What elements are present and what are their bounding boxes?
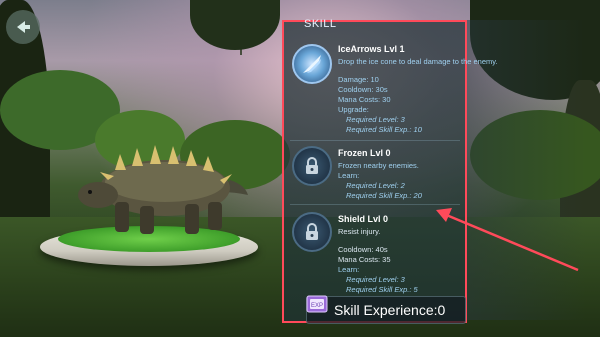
shield-skill-icon bbox=[292, 212, 332, 252]
skill-required-level: Required Level: 3 bbox=[346, 275, 405, 284]
skill-book-icon: EXP bbox=[306, 295, 328, 313]
skill-damage: Damage: 10 bbox=[338, 75, 379, 84]
back-arrow-icon bbox=[17, 21, 30, 33]
skill-learn-label: Upgrade: bbox=[338, 105, 369, 114]
svg-text:EXP: EXP bbox=[311, 303, 323, 309]
skill-name: IceArrows Lvl 1 bbox=[338, 44, 405, 54]
skill-required-exp: Required Skill Exp.: 20 bbox=[346, 191, 422, 200]
skill-description: Frozen nearby enemies. bbox=[338, 161, 419, 170]
skill-name: Shield Lvl 0 bbox=[338, 214, 389, 224]
skill-learn-label: Learn: bbox=[338, 265, 360, 274]
skill-cooldown: Cooldown: 40s bbox=[338, 245, 388, 254]
skill-name: Frozen Lvl 0 bbox=[338, 148, 391, 158]
skill-required-exp: Required Skill Exp.: 10 bbox=[346, 125, 422, 134]
ice-cone-icon bbox=[303, 55, 321, 73]
skill-required-exp: Required Skill Exp.: 5 bbox=[346, 285, 418, 294]
skill-cooldown: Cooldown: 30s bbox=[338, 85, 388, 94]
skill-mana-cost: Mana Costs: 35 bbox=[338, 255, 391, 264]
skill-experience-label: Skill Experience:0 bbox=[334, 302, 446, 318]
skill-learn-label: Learn: bbox=[338, 171, 360, 180]
lock-icon bbox=[306, 223, 318, 240]
skill-mana-cost: Mana Costs: 30 bbox=[338, 95, 391, 104]
back-button[interactable] bbox=[6, 10, 40, 44]
ice-arrows-icon bbox=[292, 44, 332, 84]
skill-required-level: Required Level: 3 bbox=[346, 115, 405, 124]
frozen-skill-icon bbox=[292, 146, 332, 186]
skill-description: Resist injury. bbox=[338, 227, 381, 236]
ankylosaurus-model bbox=[78, 145, 248, 234]
skill-panel: SKILL IceArrows Lvl 1 Drop the ice cone … bbox=[282, 18, 498, 323]
divider bbox=[290, 204, 460, 205]
skill-description: Drop the ice cone to deal damage to the … bbox=[338, 57, 498, 66]
panel-title: SKILL bbox=[304, 18, 337, 30]
skill-required-level: Required Level: 2 bbox=[346, 181, 405, 190]
lock-icon bbox=[306, 157, 318, 174]
divider bbox=[290, 140, 460, 141]
